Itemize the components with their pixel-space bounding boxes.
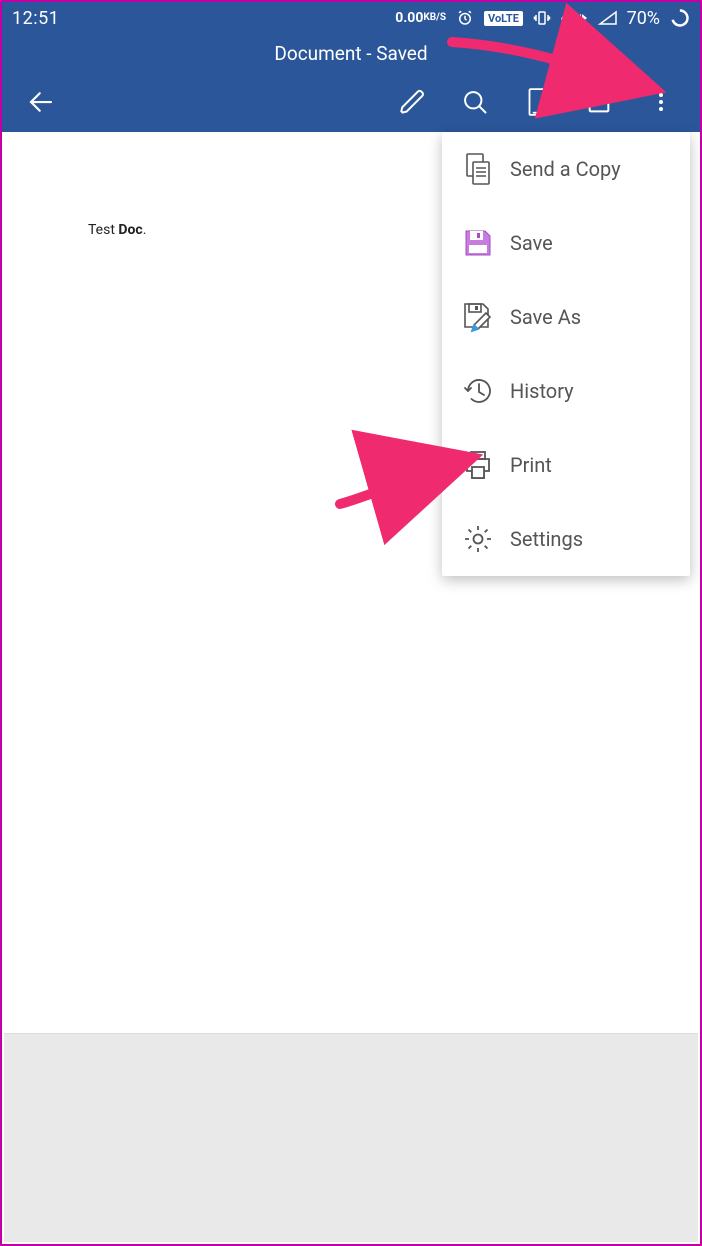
copy-icon xyxy=(456,152,500,186)
save-as-icon xyxy=(456,301,500,333)
document-text-bold: Doc xyxy=(118,222,142,238)
search-button[interactable] xyxy=(444,72,506,132)
document-text[interactable]: Test Doc. xyxy=(88,222,146,238)
battery-circle-icon xyxy=(670,8,690,28)
menu-item-save[interactable]: Save xyxy=(442,206,690,280)
status-clock: 12:51 xyxy=(12,8,59,29)
alarm-icon xyxy=(456,9,474,27)
vibrate-icon xyxy=(533,9,551,27)
print-icon xyxy=(456,449,500,481)
menu-item-label: Print xyxy=(510,453,552,477)
battery-text: 70% xyxy=(627,8,660,29)
reading-view-button[interactable] xyxy=(506,72,568,132)
edit-button[interactable] xyxy=(382,72,444,132)
menu-item-print[interactable]: Print xyxy=(442,428,690,502)
share-button[interactable] xyxy=(568,72,630,132)
save-icon xyxy=(456,228,500,258)
history-icon xyxy=(456,375,500,407)
menu-item-send-a-copy[interactable]: Send a Copy xyxy=(442,132,690,206)
signal-icon xyxy=(599,11,617,25)
overflow-menu: Send a Copy Save Save As History Print S… xyxy=(442,132,690,576)
app-toolbar xyxy=(2,72,700,132)
menu-item-save-as[interactable]: Save As xyxy=(442,280,690,354)
menu-item-label: Send a Copy xyxy=(510,157,621,181)
menu-item-history[interactable]: History xyxy=(442,354,690,428)
document-text-suffix: . xyxy=(143,222,147,238)
document-title: Document - Saved xyxy=(274,42,427,65)
overflow-menu-button[interactable] xyxy=(630,72,692,132)
status-bar: 12:51 0.00 KB/S VoLTE 4G 70% xyxy=(2,2,700,34)
network-4g-icon: 4G xyxy=(561,13,589,23)
volte-icon: VoLTE xyxy=(484,11,523,26)
menu-item-label: Settings xyxy=(510,527,583,551)
menu-item-label: Save xyxy=(510,231,553,255)
document-title-bar: Document - Saved xyxy=(2,34,700,72)
back-button[interactable] xyxy=(10,72,72,132)
menu-item-label: History xyxy=(510,379,574,403)
menu-item-settings[interactable]: Settings xyxy=(442,502,690,576)
document-text-part: Test xyxy=(88,222,118,238)
settings-icon xyxy=(456,523,500,555)
data-rate-indicator: 0.00 KB/S xyxy=(395,12,446,24)
menu-item-label: Save As xyxy=(510,305,581,329)
